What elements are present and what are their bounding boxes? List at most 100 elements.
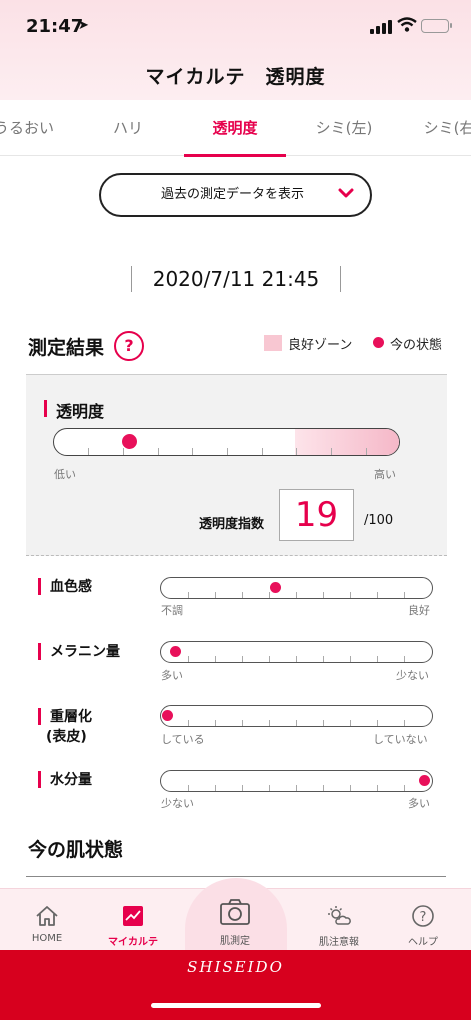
bar-tick: [242, 720, 243, 726]
bar-tick: [296, 720, 297, 726]
sub-metric-current-dot: [419, 775, 430, 786]
bar-tick: [269, 656, 270, 662]
nav-skin-measure[interactable]: 肌測定: [202, 888, 268, 950]
nav-skin-alert-label: 肌注意報: [319, 937, 359, 948]
bar-tick: [323, 720, 324, 726]
sub-metric-label-moisture: 水分量: [38, 769, 92, 789]
layering-right-label: していない: [373, 733, 428, 746]
bar-tick: [404, 656, 405, 662]
category-tabs: うるおい ハリ 透明度 シミ(左) シミ(右): [0, 100, 471, 157]
redness-left-label: 不調: [161, 604, 183, 617]
current-skin-title: 今の肌状態: [28, 839, 124, 861]
bar-tick: [215, 785, 216, 791]
results-title: 測定結果: [28, 337, 105, 359]
results-help-icon[interactable]: ?: [114, 331, 144, 361]
sub-metric-label-layering-sub: (表皮): [46, 729, 87, 745]
wifi-icon: [397, 17, 417, 32]
bar-tick: [215, 656, 216, 662]
signal-icon: [370, 20, 392, 34]
bar-tick: [188, 592, 189, 598]
legend-good-zone: 良好ゾーン: [288, 338, 353, 353]
nav-skin-measure-label: 肌測定: [220, 936, 250, 947]
brand-bar: SHISEIDO: [0, 950, 471, 1020]
bar-tick: [269, 785, 270, 791]
nav-my-karte[interactable]: マイカルテ: [100, 888, 166, 950]
bar-tick: [404, 720, 405, 726]
sub-metric-label-melanin: メラニン量: [38, 641, 120, 661]
page-title: マイカルテ 透明度: [145, 66, 326, 88]
redness-right-label: 良好: [408, 604, 430, 617]
chevron-down-icon: [338, 188, 354, 198]
tab-transparency[interactable]: 透明度: [184, 100, 286, 157]
legend-current-state: 今の状態: [390, 338, 443, 353]
index-label: 透明度指数: [199, 517, 265, 532]
bar-tick: [323, 592, 324, 598]
melanin-left-label: 多い: [161, 669, 183, 682]
bottom-nav-items: HOME マイカルテ 肌測定 肌注意報 ? ヘルプ: [0, 888, 471, 950]
status-bar: 21:47 ➤: [0, 0, 471, 50]
moisture-left-label: 少ない: [161, 797, 194, 810]
layering-bar: [160, 705, 433, 727]
svg-text:?: ?: [420, 910, 427, 925]
bar-tick: [188, 785, 189, 791]
measurement-datetime: 2020/7/11 21:45: [152, 267, 320, 291]
melanin-bar: [160, 641, 433, 663]
past-data-label: 過去の測定データを表示: [160, 187, 304, 202]
bar-tick: [350, 592, 351, 598]
main-metric-label: 透明度: [44, 398, 104, 422]
help-icon: ?: [412, 905, 434, 927]
bar-tick: [296, 785, 297, 791]
tab-firmness[interactable]: ハリ: [76, 100, 180, 156]
home-indicator: [151, 1003, 321, 1008]
sub-metric-current-dot: [162, 710, 173, 721]
bar-tick: [215, 592, 216, 598]
location-arrow-icon: ➤: [78, 18, 89, 33]
bar-tick: [296, 656, 297, 662]
camera-icon: [220, 899, 250, 925]
sub-metric-label-redness: 血色感: [38, 576, 92, 596]
home-icon: [36, 906, 58, 926]
nav-home[interactable]: HOME: [14, 888, 80, 950]
nav-home-label: HOME: [31, 933, 63, 944]
nav-skin-alert[interactable]: 肌注意報: [306, 888, 372, 950]
good-zone-swatch: [264, 335, 282, 351]
bar-tick: [296, 592, 297, 598]
bar-tick: [377, 785, 378, 791]
transparency-current-dot: [121, 434, 137, 449]
index-value: 19: [279, 489, 354, 541]
good-zone: [294, 429, 399, 455]
tab-spots-right[interactable]: シミ(右): [400, 100, 471, 156]
measurement-date-box: 2020/7/11 21:45: [131, 266, 341, 292]
tab-spots-left[interactable]: シミ(左): [292, 100, 396, 156]
tab-moisture[interactable]: うるおい: [0, 100, 76, 156]
bar-tick: [323, 656, 324, 662]
nav-help-label: ヘルプ: [408, 937, 438, 948]
low-label: 低い: [54, 468, 76, 481]
nav-my-karte-label: マイカルテ: [108, 937, 158, 948]
bar-tick: [404, 785, 405, 791]
redness-bar: [160, 577, 433, 599]
sub-metric-current-dot: [269, 582, 281, 593]
transparency-bar: [53, 428, 400, 456]
moisture-right-label: 多い: [408, 797, 430, 810]
bar-tick: [377, 656, 378, 662]
bar-tick: [242, 656, 243, 662]
current-state-dot-icon: [373, 337, 384, 348]
index-max: /100: [364, 513, 394, 528]
battery-icon: [421, 19, 452, 33]
shiseido-logo: SHISEIDO: [187, 958, 284, 976]
bar-tick: [404, 592, 405, 598]
past-data-button[interactable]: 過去の測定データを表示: [99, 173, 372, 217]
bar-tick: [188, 720, 189, 726]
nav-help[interactable]: ? ヘルプ: [390, 888, 456, 950]
chart-icon: [123, 906, 143, 926]
status-time: 21:47: [26, 16, 84, 37]
bar-tick: [215, 720, 216, 726]
bar-tick: [377, 720, 378, 726]
high-label: 高い: [374, 468, 396, 481]
layering-left-label: している: [161, 733, 205, 746]
sub-metric-label-layering: 重層化: [38, 706, 92, 726]
bar-tick: [323, 785, 324, 791]
melanin-right-label: 少ない: [396, 669, 429, 682]
bar-tick: [242, 592, 243, 598]
